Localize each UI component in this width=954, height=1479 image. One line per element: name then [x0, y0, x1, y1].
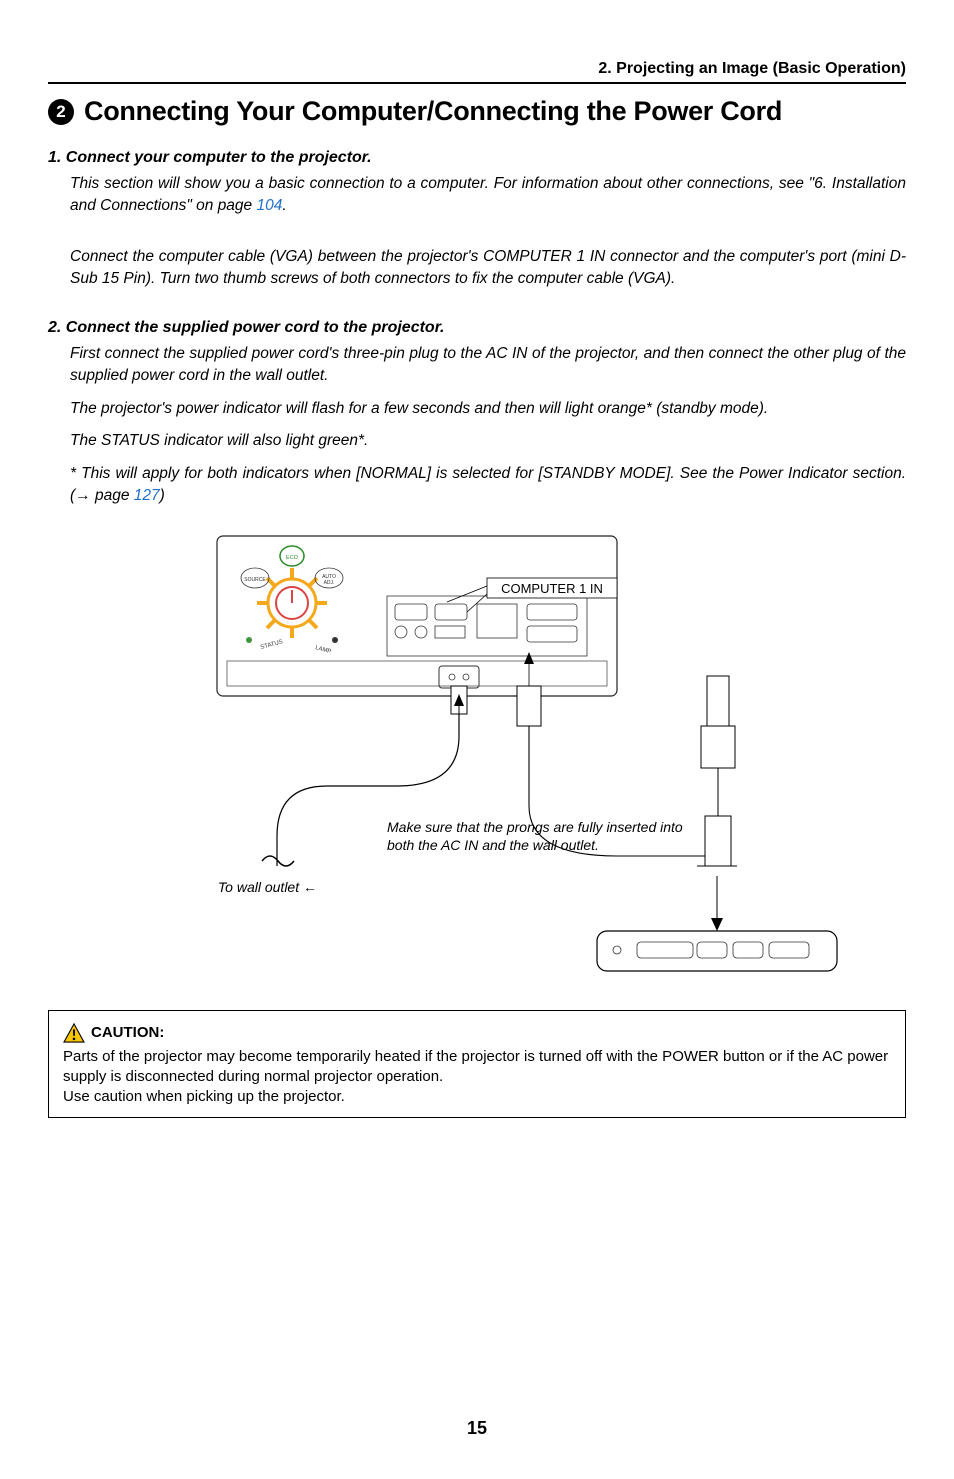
step1-heading: 1. Connect your computer to the projecto… — [48, 149, 906, 167]
step1-paragraph-2: Connect the computer cable (VGA) between… — [70, 246, 906, 291]
caution-body-2: Use caution when picking up the projecto… — [63, 1088, 345, 1105]
step2-paragraph-1: First connect the supplied power cord's … — [70, 343, 906, 388]
warning-icon — [63, 1023, 85, 1043]
step-2: 2. Connect the supplied power cord to th… — [48, 319, 906, 508]
section-header: 2. Projecting an Image (Basic Operation) — [48, 60, 906, 84]
caution-heading: CAUTION: — [63, 1023, 891, 1043]
step2-p4-text-a: * This will apply for both indicators wh… — [70, 465, 906, 504]
page-link-127[interactable]: 127 — [134, 487, 160, 504]
step1-paragraph-1: This section will show you a basic conne… — [70, 173, 906, 218]
step1-p1-text-a: This section will show you a basic conne… — [70, 175, 906, 214]
step2-paragraph-2: The projector's power indicator will fla… — [70, 398, 906, 420]
caution-body-1: Parts of the projector may become tempor… — [63, 1048, 888, 1085]
to-wall-outlet-label: To wall outlet ← — [157, 878, 317, 896]
title-row: 2 Connecting Your Computer/Connecting th… — [48, 96, 906, 127]
step1-p1-text-b: . — [282, 197, 286, 214]
section-number-badge: 2 — [48, 99, 74, 125]
svg-text:ADJ.: ADJ. — [324, 580, 335, 586]
step-1: 1. Connect your computer to the projecto… — [48, 149, 906, 291]
step2-paragraph-4: * This will apply for both indicators wh… — [70, 463, 906, 508]
caution-box: CAUTION: Parts of the projector may beco… — [48, 1010, 906, 1119]
connection-diagram: SOURCE ECO AUTO ADJ. STATUS LAMP — [97, 526, 857, 986]
page-number: 15 — [48, 1418, 906, 1439]
step2-p4-text-b: ) — [160, 487, 165, 504]
svg-text:SOURCE: SOURCE — [244, 577, 266, 583]
port-label: COMPUTER 1 IN — [492, 581, 612, 598]
step2-paragraph-3: The STATUS indicator will also light gre… — [70, 430, 906, 452]
svg-text:LAMP: LAMP — [314, 645, 331, 655]
step2-heading: 2. Connect the supplied power cord to th… — [48, 319, 906, 337]
caution-body: Parts of the projector may become tempor… — [63, 1047, 891, 1108]
svg-text:STATUS: STATUS — [260, 639, 284, 651]
diagram-svg: SOURCE ECO AUTO ADJ. STATUS LAMP — [97, 526, 857, 986]
page-title: Connecting Your Computer/Connecting the … — [84, 96, 782, 127]
caution-label: CAUTION: — [91, 1024, 164, 1041]
svg-text:ECO: ECO — [286, 555, 299, 561]
page-link-104[interactable]: 104 — [256, 197, 282, 214]
diagram-note: Make sure that the prongs are fully inse… — [387, 818, 707, 854]
